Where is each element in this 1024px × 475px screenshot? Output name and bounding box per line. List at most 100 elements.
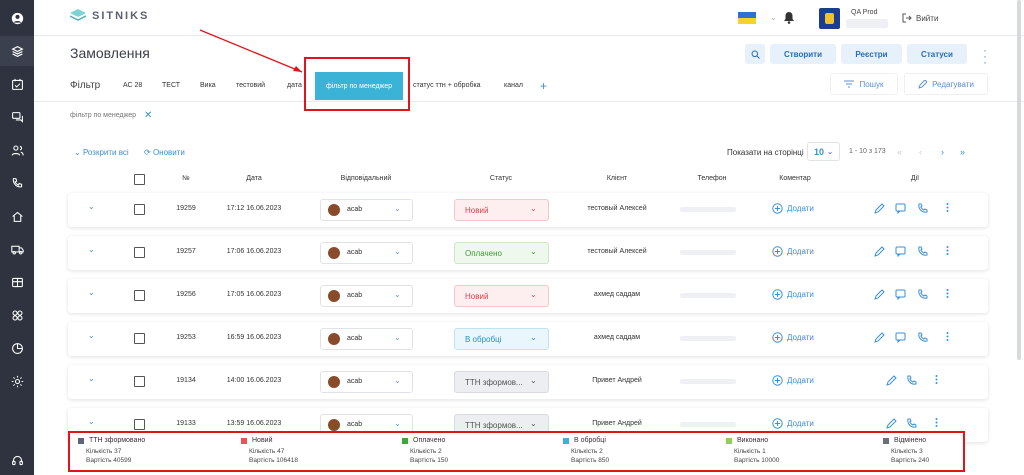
truck-icon[interactable] bbox=[0, 234, 34, 264]
table-row[interactable]: ⌄ 19257 17:06 16.06.2023 acab ⌄ Оплачено… bbox=[68, 236, 988, 270]
more-actions-icon[interactable] bbox=[935, 375, 938, 386]
users-icon[interactable] bbox=[0, 135, 34, 165]
edit-icon[interactable] bbox=[886, 375, 897, 388]
create-button[interactable]: Створити bbox=[770, 44, 836, 64]
edit-icon[interactable] bbox=[874, 332, 885, 345]
edit-icon[interactable] bbox=[886, 418, 897, 431]
registers-button[interactable]: Реєстри bbox=[841, 44, 902, 64]
row-checkbox[interactable] bbox=[134, 376, 145, 387]
more-actions-icon[interactable] bbox=[946, 246, 949, 257]
status-select[interactable]: ТТН зформов... ⌄ bbox=[454, 371, 549, 393]
expand-row-icon[interactable]: ⌄ bbox=[88, 288, 95, 297]
per-page-select[interactable]: 10 ⌄ bbox=[807, 142, 840, 161]
expand-row-icon[interactable]: ⌄ bbox=[88, 374, 95, 383]
user-avatar[interactable] bbox=[819, 8, 840, 29]
order-number[interactable]: 19256 bbox=[176, 291, 195, 298]
expand-row-icon[interactable]: ⌄ bbox=[88, 245, 95, 254]
phone-icon[interactable] bbox=[917, 246, 928, 259]
add-comment-button[interactable]: Додати bbox=[772, 375, 814, 386]
more-actions-icon[interactable] bbox=[935, 418, 938, 429]
phone-icon[interactable] bbox=[917, 289, 928, 302]
responsible-select[interactable]: acab ⌄ bbox=[320, 242, 413, 264]
order-number[interactable]: 19259 bbox=[176, 205, 195, 212]
add-comment-button[interactable]: Додати bbox=[772, 203, 814, 214]
filter-search-button[interactable]: Пошук bbox=[830, 73, 898, 95]
logout-button[interactable]: Вийти bbox=[902, 13, 938, 23]
next-page-icon[interactable]: › bbox=[941, 147, 944, 157]
add-comment-button[interactable]: Додати bbox=[772, 418, 814, 429]
filter-tab[interactable]: АС 28 bbox=[123, 82, 142, 89]
bell-icon[interactable] bbox=[783, 11, 795, 24]
expand-row-icon[interactable]: ⌄ bbox=[88, 202, 95, 211]
gear-icon[interactable] bbox=[0, 366, 34, 396]
more-actions-icon[interactable] bbox=[946, 289, 949, 300]
status-select[interactable]: Оплачено ⌄ bbox=[454, 242, 549, 264]
status-select[interactable]: В обробці ⌄ bbox=[454, 328, 549, 350]
filter-tab[interactable]: дата bbox=[287, 82, 302, 89]
expand-all-button[interactable]: ⌄ Розкрити всі bbox=[74, 148, 129, 157]
phone-icon[interactable] bbox=[917, 203, 928, 216]
phone-icon[interactable] bbox=[906, 375, 917, 388]
logo[interactable]: SITNIKS bbox=[70, 9, 149, 23]
phone-icon[interactable] bbox=[0, 168, 34, 198]
last-page-icon[interactable]: » bbox=[960, 147, 965, 157]
phone-icon[interactable] bbox=[906, 418, 917, 431]
order-number[interactable]: 19133 bbox=[176, 420, 195, 427]
filter-tab[interactable]: статус ттн + обробка bbox=[413, 82, 481, 89]
chat-icon[interactable] bbox=[0, 102, 34, 132]
more-actions-icon[interactable] bbox=[946, 332, 949, 343]
row-checkbox[interactable] bbox=[134, 247, 145, 258]
table-row[interactable]: ⌄ 19134 14:00 16.06.2023 acab ⌄ ТТН зфор… bbox=[68, 365, 988, 399]
ukraine-flag-icon[interactable] bbox=[738, 12, 756, 24]
edit-icon[interactable] bbox=[874, 289, 885, 302]
status-select[interactable]: Новий ⌄ bbox=[454, 199, 549, 221]
message-icon[interactable] bbox=[895, 289, 906, 302]
add-comment-button[interactable]: Додати bbox=[772, 246, 814, 257]
responsible-select[interactable]: acab ⌄ bbox=[320, 328, 413, 350]
edit-icon[interactable] bbox=[874, 246, 885, 259]
client-name[interactable]: ахмед саддам bbox=[594, 291, 640, 298]
table-row[interactable]: ⌄ 19253 16:59 16.06.2023 acab ⌄ В обробц… bbox=[68, 322, 988, 356]
expand-row-icon[interactable]: ⌄ bbox=[88, 417, 95, 426]
responsible-select[interactable]: acab ⌄ bbox=[320, 371, 413, 393]
table-row[interactable]: ⌄ 19256 17:05 16.06.2023 acab ⌄ Новий ⌄ … bbox=[68, 279, 988, 313]
refresh-button[interactable]: ⟳ Оновити bbox=[144, 148, 185, 157]
client-name[interactable]: Привет Андрей bbox=[592, 377, 642, 384]
first-page-icon[interactable]: « bbox=[897, 147, 902, 157]
row-checkbox[interactable] bbox=[134, 419, 145, 430]
filter-tab[interactable]: Вика bbox=[200, 82, 216, 89]
phone-icon[interactable] bbox=[917, 332, 928, 345]
order-number[interactable]: 19253 bbox=[176, 334, 195, 341]
responsible-select[interactable]: acab ⌄ bbox=[320, 199, 413, 221]
user-circle-icon[interactable] bbox=[0, 3, 34, 33]
search-button[interactable] bbox=[745, 44, 765, 64]
more-actions-icon[interactable] bbox=[946, 203, 949, 214]
message-icon[interactable] bbox=[895, 332, 906, 345]
order-number[interactable]: 19134 bbox=[176, 377, 195, 384]
more-menu-icon[interactable]: · · · bbox=[983, 44, 987, 68]
message-icon[interactable] bbox=[895, 246, 906, 259]
close-icon[interactable]: ✕ bbox=[144, 110, 152, 121]
home-icon[interactable] bbox=[0, 201, 34, 231]
client-name[interactable]: Привет Андрей bbox=[592, 420, 642, 427]
add-comment-button[interactable]: Додати bbox=[772, 289, 814, 300]
status-select[interactable]: Новий ⌄ bbox=[454, 285, 549, 307]
chart-icon[interactable] bbox=[0, 333, 34, 363]
message-icon[interactable] bbox=[895, 203, 906, 216]
filter-tab[interactable]: тестовий bbox=[236, 82, 265, 89]
client-name[interactable]: тестовый Алексей bbox=[587, 205, 646, 212]
expand-row-icon[interactable]: ⌄ bbox=[88, 331, 95, 340]
responsible-select[interactable]: acab ⌄ bbox=[320, 285, 413, 307]
row-checkbox[interactable] bbox=[134, 204, 145, 215]
scrollbar[interactable] bbox=[1017, 0, 1021, 360]
add-comment-button[interactable]: Додати bbox=[772, 332, 814, 343]
order-number[interactable]: 19257 bbox=[176, 248, 195, 255]
row-checkbox[interactable] bbox=[134, 290, 145, 301]
edit-icon[interactable] bbox=[874, 203, 885, 216]
table-row[interactable]: ⌄ 19259 17:12 16.06.2023 acab ⌄ Новий ⌄ … bbox=[68, 193, 988, 227]
select-all-checkbox[interactable] bbox=[134, 174, 145, 185]
org-icon[interactable] bbox=[0, 300, 34, 330]
chevron-down-icon[interactable]: ⌄ bbox=[770, 13, 777, 22]
statuses-button[interactable]: Статуси bbox=[907, 44, 967, 64]
filter-tab[interactable]: канал bbox=[504, 82, 523, 89]
